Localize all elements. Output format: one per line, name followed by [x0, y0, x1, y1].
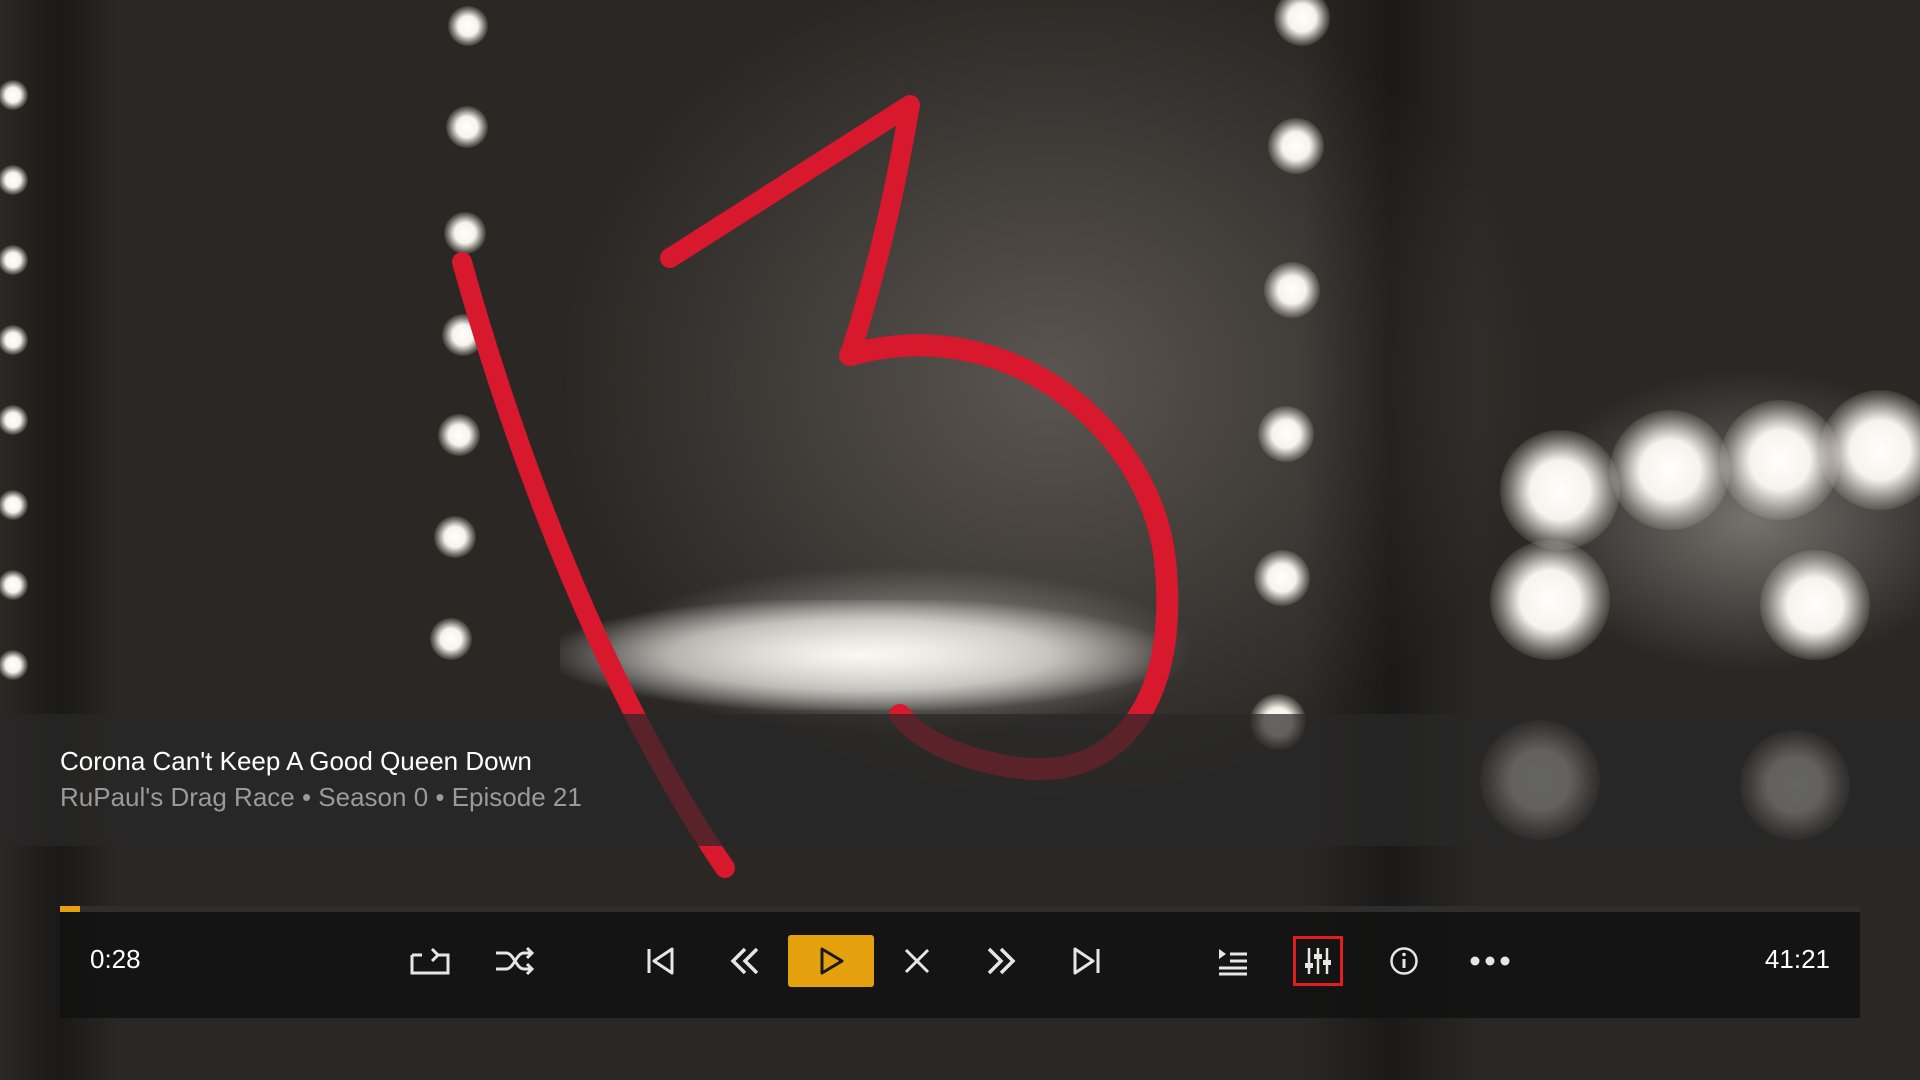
play-queue-button[interactable]	[1208, 936, 1258, 986]
media-subtitle: RuPaul's Drag Race • Season 0 • Episode …	[60, 782, 582, 812]
playback-control-bar: 0:28 41:21	[60, 906, 1860, 1018]
skip-next-icon	[1073, 947, 1100, 975]
close-icon	[904, 948, 930, 974]
more-button[interactable]	[1465, 936, 1515, 986]
sliders-icon	[1305, 948, 1331, 974]
total-duration: 41:21	[1764, 944, 1830, 974]
rewind-button[interactable]	[720, 936, 770, 986]
skip-previous-icon	[647, 947, 674, 975]
info-button[interactable]	[1379, 936, 1429, 986]
next-button[interactable]	[1062, 936, 1112, 986]
elapsed-time: 0:28	[90, 944, 141, 974]
repeat-icon	[410, 947, 450, 975]
media-info-band	[0, 714, 1920, 846]
more-icon	[1470, 956, 1510, 966]
progress-track[interactable]	[60, 906, 1860, 912]
rewind-icon	[730, 947, 759, 975]
media-title: Corona Can't Keep A Good Queen Down	[60, 746, 532, 776]
playlist-icon	[1219, 949, 1247, 976]
shuffle-icon	[496, 946, 535, 976]
repeat-button[interactable]	[405, 936, 455, 986]
fast-forward-button[interactable]	[976, 936, 1026, 986]
shuffle-button[interactable]	[490, 936, 540, 986]
previous-button[interactable]	[635, 936, 685, 986]
info-icon	[1390, 947, 1418, 975]
stop-button[interactable]	[892, 936, 942, 986]
play-icon	[820, 947, 844, 975]
play-button[interactable]	[788, 935, 874, 987]
fast-forward-icon	[987, 947, 1016, 975]
audio-settings-button[interactable]	[1293, 936, 1343, 986]
video-frame[interactable]: Corona Can't Keep A Good Queen Down RuPa…	[0, 0, 1920, 1080]
progress-fill	[60, 906, 80, 912]
